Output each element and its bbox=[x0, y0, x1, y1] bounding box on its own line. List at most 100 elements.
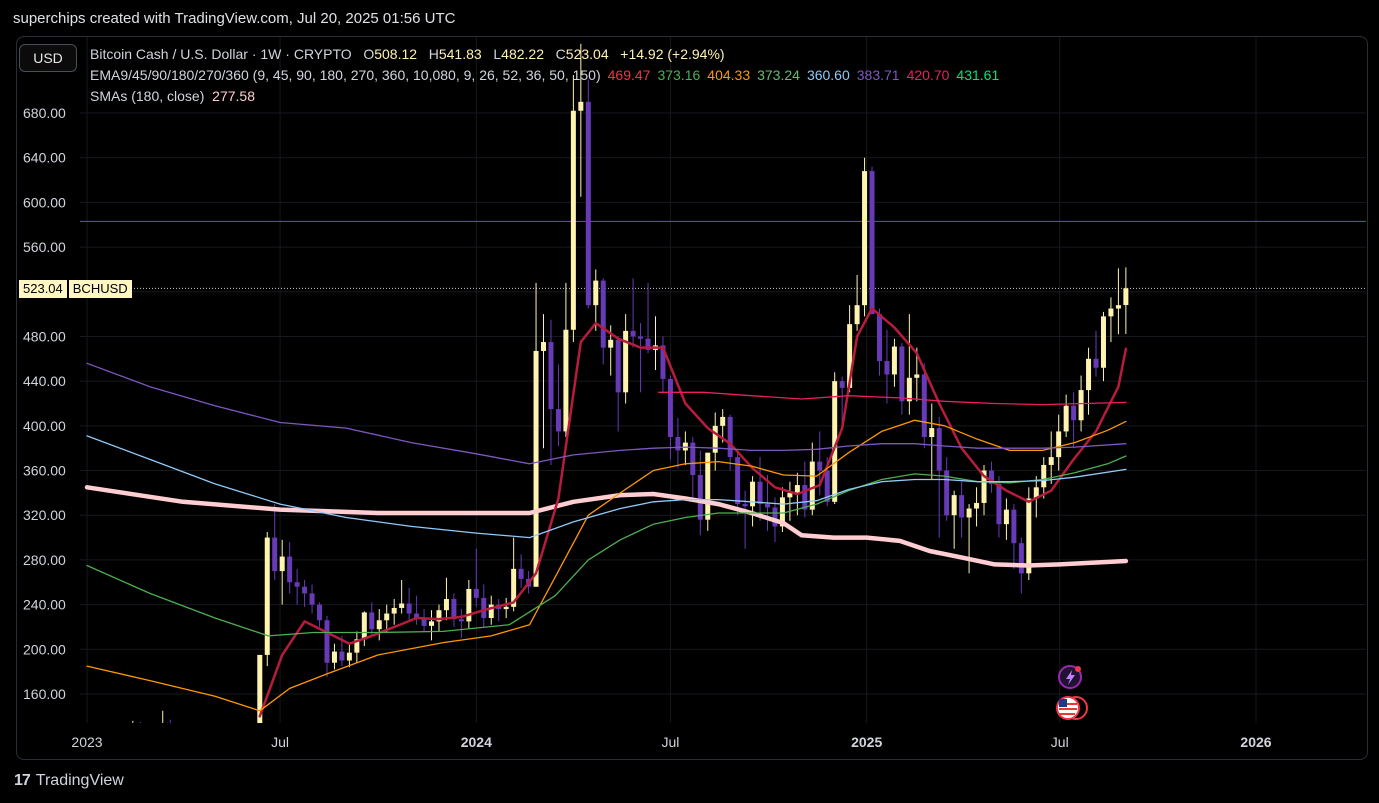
candle bbox=[496, 599, 502, 622]
candle bbox=[951, 490, 957, 549]
candle-body bbox=[391, 607, 397, 614]
ema-45-line bbox=[86, 419, 1127, 712]
candle-body bbox=[220, 728, 225, 730]
candle-body bbox=[466, 588, 472, 622]
candle bbox=[862, 157, 868, 317]
y-tick-label: 200.00 bbox=[23, 641, 66, 657]
current-price-tag: 523.04 BCHUSD bbox=[19, 280, 132, 298]
candle-body bbox=[384, 613, 390, 621]
candle bbox=[548, 319, 554, 465]
candle bbox=[1093, 330, 1099, 377]
candle bbox=[162, 710, 164, 723]
candle bbox=[1100, 311, 1106, 382]
candle-body bbox=[1003, 509, 1009, 525]
chart-grid bbox=[80, 37, 1366, 723]
candle bbox=[638, 323, 644, 393]
candle-body bbox=[899, 346, 905, 402]
candle-body bbox=[772, 507, 778, 527]
y-tick-label: 600.00 bbox=[23, 194, 66, 210]
candle bbox=[354, 631, 360, 663]
tradingview-footer[interactable]: 17 TradingView bbox=[14, 772, 124, 790]
candle-body bbox=[869, 171, 875, 315]
candle-body bbox=[906, 377, 912, 402]
x-tick-label: Jul bbox=[661, 734, 679, 750]
ema-label[interactable]: EMA9/45/90/180/270/360 (9, 45, 90, 180, … bbox=[90, 67, 601, 83]
price-chart[interactable]: 160.00 200.00 240.00 280.00 320.00 360.00 400.… bbox=[0, 0, 1379, 803]
candle-body bbox=[533, 350, 539, 587]
y-tick-label: 440.00 bbox=[23, 373, 66, 389]
us-flag-event-icon[interactable] bbox=[1056, 696, 1088, 720]
symbol-legend: Bitcoin Cash / U.S. Dollar · 1W · CRYPTO… bbox=[90, 46, 725, 62]
y-tick-label: 360.00 bbox=[23, 463, 66, 479]
candle-body bbox=[974, 502, 980, 509]
candle-body bbox=[1026, 498, 1032, 574]
candle-body bbox=[697, 475, 703, 520]
candle bbox=[966, 504, 972, 574]
candle bbox=[585, 79, 591, 309]
candle-body bbox=[1048, 457, 1054, 465]
candle-body bbox=[168, 723, 173, 726]
ema-value-4: 360.60 bbox=[806, 67, 850, 83]
candle bbox=[138, 721, 143, 727]
candle-body bbox=[302, 586, 308, 594]
candle-body bbox=[324, 620, 330, 663]
tradingview-brand: TradingView bbox=[35, 772, 124, 789]
candle bbox=[369, 602, 375, 636]
candle bbox=[443, 577, 449, 621]
candle bbox=[936, 416, 942, 538]
candle bbox=[205, 725, 210, 731]
lightning-event-icon[interactable] bbox=[1058, 665, 1082, 689]
candle-body bbox=[279, 556, 285, 572]
high-label: H bbox=[428, 46, 439, 62]
candle bbox=[959, 481, 965, 538]
candle-body bbox=[809, 461, 815, 510]
candle-body bbox=[667, 378, 673, 438]
candle bbox=[570, 75, 576, 343]
candle-body bbox=[331, 651, 337, 663]
ema-value-7: 431.61 bbox=[956, 67, 1000, 83]
candle bbox=[220, 725, 225, 733]
candle bbox=[168, 719, 173, 726]
candle bbox=[974, 487, 980, 527]
candle-body bbox=[183, 725, 188, 727]
candle-body bbox=[1093, 358, 1099, 368]
candle-body bbox=[593, 280, 599, 306]
candle bbox=[988, 461, 994, 493]
candle-body bbox=[309, 593, 315, 605]
candle-body bbox=[764, 504, 770, 508]
candle bbox=[742, 490, 748, 549]
candle bbox=[682, 431, 688, 465]
candle bbox=[555, 364, 561, 446]
candle-body bbox=[481, 597, 487, 619]
candle-body bbox=[272, 537, 278, 572]
candle bbox=[1063, 394, 1069, 438]
high-value: 541.83 bbox=[438, 46, 482, 62]
candle bbox=[429, 610, 435, 641]
candle bbox=[421, 609, 427, 632]
sma-label[interactable]: SMAs (180, close) bbox=[90, 88, 204, 104]
sma-legend: SMAs (180, close) 277.58 bbox=[90, 88, 255, 104]
candle-body bbox=[891, 346, 897, 375]
symbol-title[interactable]: Bitcoin Cash / U.S. Dollar · 1W · CRYPTO bbox=[90, 46, 352, 62]
ema-values: 469.47 373.16 404.33 373.24 360.60 383.71 420.… bbox=[601, 67, 1000, 83]
candle bbox=[600, 278, 606, 365]
candle-body bbox=[615, 339, 621, 393]
candle bbox=[1108, 297, 1114, 343]
candle-body bbox=[1108, 308, 1114, 317]
candle-body bbox=[257, 654, 263, 723]
candle bbox=[518, 554, 524, 588]
candle bbox=[660, 336, 666, 393]
candle bbox=[473, 548, 479, 607]
candle-body bbox=[929, 428, 935, 438]
candle bbox=[533, 282, 539, 587]
candle-body bbox=[578, 101, 584, 111]
sma-value: 277.58 bbox=[212, 88, 255, 104]
candle bbox=[899, 343, 905, 415]
current-price-value: 523.04 bbox=[19, 280, 67, 298]
candle bbox=[153, 724, 158, 734]
candle-body bbox=[264, 537, 270, 655]
y-axis-labels: 160.00 200.00 240.00 280.00 320.00 360.00 400.… bbox=[23, 105, 66, 702]
candle-body bbox=[138, 723, 143, 727]
currency-button[interactable]: USD bbox=[19, 44, 77, 72]
candle bbox=[1003, 498, 1009, 540]
